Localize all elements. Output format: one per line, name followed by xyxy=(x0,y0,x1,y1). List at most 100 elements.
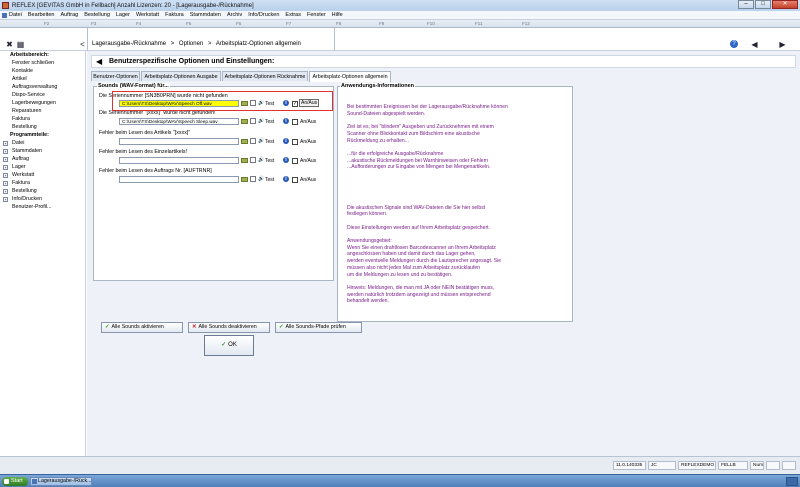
breadcrumb-item[interactable]: Optionen xyxy=(179,41,203,47)
grid-icon[interactable]: ▦ xyxy=(16,40,25,49)
sound-path-input-4[interactable] xyxy=(119,157,239,164)
fkey-f4[interactable]: F4 xyxy=(136,21,141,26)
check-sound-paths-button[interactable]: ✓ Alle Sounds-Pfade prüfen xyxy=(275,322,362,333)
fkey-f5[interactable]: F5 xyxy=(186,21,191,26)
start-button[interactable]: Start xyxy=(2,477,28,486)
menu-lager[interactable]: Lager xyxy=(113,12,133,18)
taskbar-item-reflex[interactable]: Lagerausgabe-/Rück... xyxy=(30,477,92,486)
expand-icon[interactable]: + xyxy=(3,149,8,154)
tab-arbeitsplatz-ausgabe[interactable]: Arbeitsplatz-Optionen Ausgabe xyxy=(141,71,221,81)
menu-bearbeiten[interactable]: Bearbeiten xyxy=(25,12,58,18)
fkey-f11[interactable]: F11 xyxy=(475,21,482,26)
expand-icon[interactable]: + xyxy=(3,173,8,178)
menu-hilfe[interactable]: Hilfe xyxy=(329,12,346,18)
ok-button[interactable]: ✓ OK xyxy=(204,335,254,356)
expand-icon[interactable]: + xyxy=(3,197,8,202)
expand-icon[interactable]: + xyxy=(3,189,8,194)
sidebar-tree-bestellung[interactable]: + Bestellung xyxy=(0,188,86,195)
tab-benutzer-optionen[interactable]: Benutzer-Optionen xyxy=(91,71,140,81)
fkey-f3[interactable]: F3 xyxy=(91,21,96,26)
clear-icon[interactable] xyxy=(250,176,256,182)
sound-path-input-3[interactable] xyxy=(119,138,239,145)
test-label[interactable]: Test xyxy=(265,158,274,164)
sidebar-tree-werkstatt[interactable]: + Werkstatt xyxy=(0,172,86,179)
fkey-f10[interactable]: F10 xyxy=(427,21,435,26)
close-panel-icon[interactable]: ✖ xyxy=(5,40,14,49)
menu-auftrag[interactable]: Auftrag xyxy=(57,12,81,18)
menu-bestellung[interactable]: Bestellung xyxy=(81,12,113,18)
info-icon[interactable]: i xyxy=(283,118,289,124)
an-aus-label-3[interactable]: An/Aus xyxy=(300,139,316,145)
forward-arrow-icon[interactable]: ▶ xyxy=(778,40,787,49)
sidebar-item-lagerbewegungen[interactable]: Lagerbewegungen xyxy=(12,100,98,107)
an-aus-label-4[interactable]: An/Aus xyxy=(300,158,316,164)
sidebar-item-benutzer-profil[interactable]: Benutzer-Profil... xyxy=(12,204,98,211)
an-aus-label-2[interactable]: An/Aus xyxy=(300,119,316,125)
help-icon[interactable]: ? xyxy=(730,40,738,48)
clear-icon[interactable] xyxy=(250,157,256,163)
sound-checkbox-4[interactable] xyxy=(292,158,298,164)
menu-extras[interactable]: Extras xyxy=(282,12,304,18)
maximize-button[interactable]: □ xyxy=(755,0,771,9)
breadcrumb-item[interactable]: Arbeitsplatz-Optionen allgemein xyxy=(216,41,301,47)
close-button[interactable]: ✕ xyxy=(772,0,798,9)
sidebar-item-bestellung[interactable]: Bestellung xyxy=(12,124,98,131)
sidebar-item-artikel[interactable]: Artikel xyxy=(12,76,98,83)
fkey-f6[interactable]: F6 xyxy=(236,21,241,26)
clear-icon[interactable] xyxy=(250,138,256,144)
speaker-icon[interactable]: 🔊 xyxy=(258,138,264,144)
sidebar-tree-info-drucken[interactable]: + Info/Drucken xyxy=(0,196,86,203)
menu-faktura[interactable]: Faktura xyxy=(162,12,187,18)
collapse-icon[interactable]: < xyxy=(78,40,87,49)
sound-path-input-2[interactable]: C:\Users\TS\Desktop\WAV\Speech Sleep.wav xyxy=(119,118,239,125)
folder-icon[interactable] xyxy=(241,158,248,163)
menu-fenster[interactable]: Fenster xyxy=(304,12,329,18)
menu-stammdaten[interactable]: Stammdaten xyxy=(187,12,224,18)
expand-icon[interactable]: + xyxy=(3,165,8,170)
sidebar-item-dispo-service[interactable]: Dispo-Service xyxy=(12,92,98,99)
info-icon[interactable]: i xyxy=(283,138,289,144)
speaker-icon[interactable]: 🔊 xyxy=(258,118,264,124)
tab-arbeitsplatz-ruecknahme[interactable]: Arbeitsplatz-Optionen Rücknahme xyxy=(222,71,308,81)
expand-icon[interactable]: + xyxy=(3,141,8,146)
expand-icon[interactable]: + xyxy=(3,157,8,162)
sidebar-item-reparaturen[interactable]: Reparaturen xyxy=(12,108,98,115)
sound-path-input-5[interactable] xyxy=(119,176,239,183)
minimize-button[interactable]: – xyxy=(738,0,754,9)
sidebar-item-faktura[interactable]: Faktura xyxy=(12,116,98,123)
folder-icon[interactable] xyxy=(241,119,248,124)
sidebar-item-fenster-schliessen[interactable]: Fenster schließen xyxy=(12,60,98,67)
fkey-f12[interactable]: F12 xyxy=(522,21,530,26)
sound-checkbox-3[interactable] xyxy=(292,139,298,145)
menu-datei[interactable]: Datei xyxy=(0,12,25,18)
sidebar-tree-stammdaten[interactable]: + Stammdaten xyxy=(0,148,86,155)
test-label[interactable]: Test xyxy=(265,139,274,145)
sound-checkbox-2[interactable] xyxy=(292,119,298,125)
sidebar-tree-faktura[interactable]: + Faktura xyxy=(0,180,86,187)
fkey-f2[interactable]: F2 xyxy=(44,21,49,26)
sound-checkbox-5[interactable] xyxy=(292,177,298,183)
breadcrumb-item[interactable]: Lagerausgabe-/Rücknahme xyxy=(92,41,166,47)
fkey-f8[interactable]: F8 xyxy=(336,21,341,26)
clear-icon[interactable] xyxy=(250,118,256,124)
sidebar-tree-auftrag[interactable]: + Auftrag xyxy=(0,156,86,163)
sidebar-tree-datei[interactable]: + Datei xyxy=(0,140,86,147)
menu-archiv[interactable]: Archiv xyxy=(224,12,245,18)
speaker-icon[interactable]: 🔊 xyxy=(258,157,264,163)
back-arrow-icon[interactable]: ◀ xyxy=(750,40,759,49)
expand-icon[interactable]: + xyxy=(3,181,8,186)
fkey-f9[interactable]: F9 xyxy=(379,21,384,26)
folder-icon[interactable] xyxy=(241,139,248,144)
sidebar-item-kontakte[interactable]: Kontakte xyxy=(12,68,98,75)
an-aus-label-5[interactable]: An/Aus xyxy=(300,177,316,183)
tab-arbeitsplatz-allgemein[interactable]: Arbeitsplatz-Optionen allgemein xyxy=(309,71,391,82)
info-icon[interactable]: i xyxy=(283,157,289,163)
menu-info-drucken[interactable]: Info/Drucken xyxy=(245,12,282,18)
back-arrow-icon[interactable]: ◀ xyxy=(96,57,102,67)
speaker-icon[interactable]: 🔊 xyxy=(258,176,264,182)
test-label[interactable]: Test xyxy=(265,177,274,183)
sidebar-tree-lager[interactable]: + Lager xyxy=(0,164,86,171)
sidebar-item-auftragsverwaltung[interactable]: Auftragsverwaltung xyxy=(12,84,98,91)
activate-all-sounds-button[interactable]: ✓ Alle Sounds aktivieren xyxy=(101,322,183,333)
deactivate-all-sounds-button[interactable]: ✕ Alle Sounds deaktivieren xyxy=(188,322,270,333)
